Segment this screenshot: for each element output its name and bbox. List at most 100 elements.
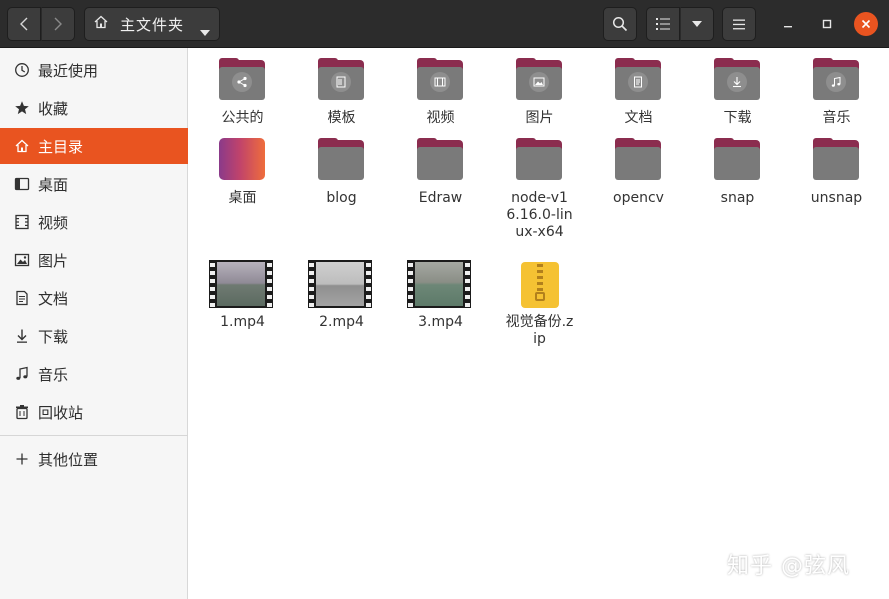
- forward-button[interactable]: [41, 7, 75, 41]
- sidebar-item-pictures[interactable]: 图片: [0, 242, 188, 278]
- search-icon: [612, 16, 628, 32]
- video-thumbnail-icon: [208, 260, 273, 310]
- file-name: blog: [326, 190, 357, 206]
- menu-icon: [733, 19, 745, 29]
- search-button[interactable]: [603, 7, 637, 41]
- file-name: opencv: [613, 190, 664, 206]
- file-name: 视频: [426, 110, 455, 126]
- sidebar-item-label: 音乐: [38, 365, 69, 384]
- sidebar-item-downloads[interactable]: 下载: [0, 318, 188, 354]
- sidebar-item-videos[interactable]: 视频: [0, 204, 188, 240]
- caret-down-icon: [692, 21, 702, 27]
- hamburger-menu-button[interactable]: [722, 7, 756, 41]
- file-item-opencv[interactable]: opencv: [589, 138, 688, 207]
- document-icon: [627, 72, 648, 92]
- chevron-left-icon: [20, 17, 28, 31]
- folder-icon: [416, 58, 465, 106]
- music-icon: [13, 365, 31, 383]
- caret-down-icon: [200, 21, 210, 40]
- share-icon: [231, 72, 252, 92]
- file-name: node-v16.16.0-linux-x64: [506, 190, 573, 240]
- file-item-templates[interactable]: 模板: [292, 58, 391, 127]
- folder-icon: [515, 138, 564, 186]
- sidebar-item-trash[interactable]: 回收站: [0, 394, 188, 430]
- file-item-documents[interactable]: 文档: [589, 58, 688, 127]
- sidebar-item-label: 下载: [38, 327, 69, 346]
- file-item-zip[interactable]: 视觉备份.zip: [490, 262, 589, 348]
- maximize-icon: [822, 19, 832, 29]
- file-name: 1.mp4: [220, 314, 265, 330]
- video-thumbnail-icon: [406, 260, 471, 310]
- file-item-node[interactable]: node-v16.16.0-linux-x64: [490, 138, 589, 241]
- file-item-desktop[interactable]: 桌面: [193, 138, 292, 207]
- path-label: 主文件夹: [120, 15, 185, 34]
- sidebar-item-label: 文档: [38, 289, 69, 308]
- sidebar-divider: [0, 435, 188, 436]
- sidebar-item-other-locations[interactable]: 其他位置: [0, 441, 188, 477]
- watermark: 知乎 @弦风: [727, 554, 850, 579]
- sidebar-item-label: 图片: [38, 251, 69, 270]
- minimize-button[interactable]: [776, 12, 800, 36]
- file-item-public[interactable]: 公共的: [193, 58, 292, 127]
- file-name: Edraw: [418, 190, 463, 206]
- sidebar-item-recent[interactable]: 最近使用: [0, 52, 188, 88]
- sidebar-item-music[interactable]: 音乐: [0, 356, 188, 392]
- file-item-edraw[interactable]: Edraw: [391, 138, 490, 207]
- file-item-blog[interactable]: blog: [292, 138, 391, 207]
- file-item-videos[interactable]: 视频: [391, 58, 490, 127]
- desktop-icon: [13, 175, 31, 193]
- sidebar-item-label: 收藏: [38, 99, 69, 118]
- folder-icon: [317, 58, 366, 106]
- folder-icon: [317, 138, 366, 186]
- path-bar-button[interactable]: 主文件夹: [84, 7, 220, 41]
- sidebar-item-home[interactable]: 主目录: [0, 128, 188, 164]
- file-item-snap[interactable]: snap: [688, 138, 787, 207]
- file-item-downloads[interactable]: 下载: [688, 58, 787, 127]
- file-item-music[interactable]: 音乐: [787, 58, 886, 127]
- back-button[interactable]: [7, 7, 41, 41]
- folder-icon: [713, 58, 762, 106]
- folder-icon: [812, 58, 861, 106]
- file-item-unsnap[interactable]: unsnap: [787, 138, 886, 207]
- home-icon: [13, 137, 31, 155]
- file-name: 模板: [327, 110, 356, 126]
- file-name: 2.mp4: [319, 314, 364, 330]
- star-icon: [13, 99, 31, 117]
- template-icon: [330, 72, 351, 92]
- file-name: snap: [720, 190, 755, 206]
- folder-icon: [416, 138, 465, 186]
- file-grid: 公共的 模板 视频 图片 文档 下载 音乐 桌面 blog Edraw node…: [189, 48, 889, 599]
- sidebar-item-desktop[interactable]: 桌面: [0, 166, 188, 202]
- document-icon: [13, 289, 31, 307]
- sidebar-item-label: 其他位置: [38, 450, 99, 469]
- file-name: 音乐: [822, 110, 851, 126]
- file-item-video-1[interactable]: 1.mp4: [193, 260, 292, 331]
- file-item-pictures[interactable]: 图片: [490, 58, 589, 127]
- close-icon: [861, 19, 871, 29]
- sidebar: 最近使用 收藏 主目录 桌面 视频 图片 文档 下载 音乐 回收站 其他位置: [0, 48, 188, 599]
- file-item-video-3[interactable]: 3.mp4: [391, 260, 490, 331]
- sidebar-item-documents[interactable]: 文档: [0, 280, 188, 316]
- folder-icon: [713, 138, 762, 186]
- folder-icon: [614, 58, 663, 106]
- file-name: unsnap: [810, 190, 863, 206]
- image-icon: [528, 72, 549, 92]
- sidebar-item-starred[interactable]: 收藏: [0, 90, 188, 126]
- file-name: 桌面: [228, 190, 257, 206]
- maximize-button[interactable]: [815, 12, 839, 36]
- download-icon: [726, 72, 747, 92]
- list-view-icon: [656, 18, 670, 30]
- minimize-icon: [784, 26, 792, 28]
- folder-icon: [614, 138, 663, 186]
- chevron-right-icon: [54, 17, 62, 31]
- close-button[interactable]: [854, 12, 878, 36]
- list-view-button[interactable]: [646, 7, 680, 41]
- image-icon: [13, 251, 31, 269]
- sidebar-item-label: 视频: [38, 213, 69, 232]
- file-name: 图片: [525, 110, 554, 126]
- file-name: 视觉备份.zip: [505, 314, 574, 347]
- download-icon: [13, 327, 31, 345]
- file-item-video-2[interactable]: 2.mp4: [292, 260, 391, 331]
- folder-icon: [515, 58, 564, 106]
- view-options-dropdown[interactable]: [680, 7, 714, 41]
